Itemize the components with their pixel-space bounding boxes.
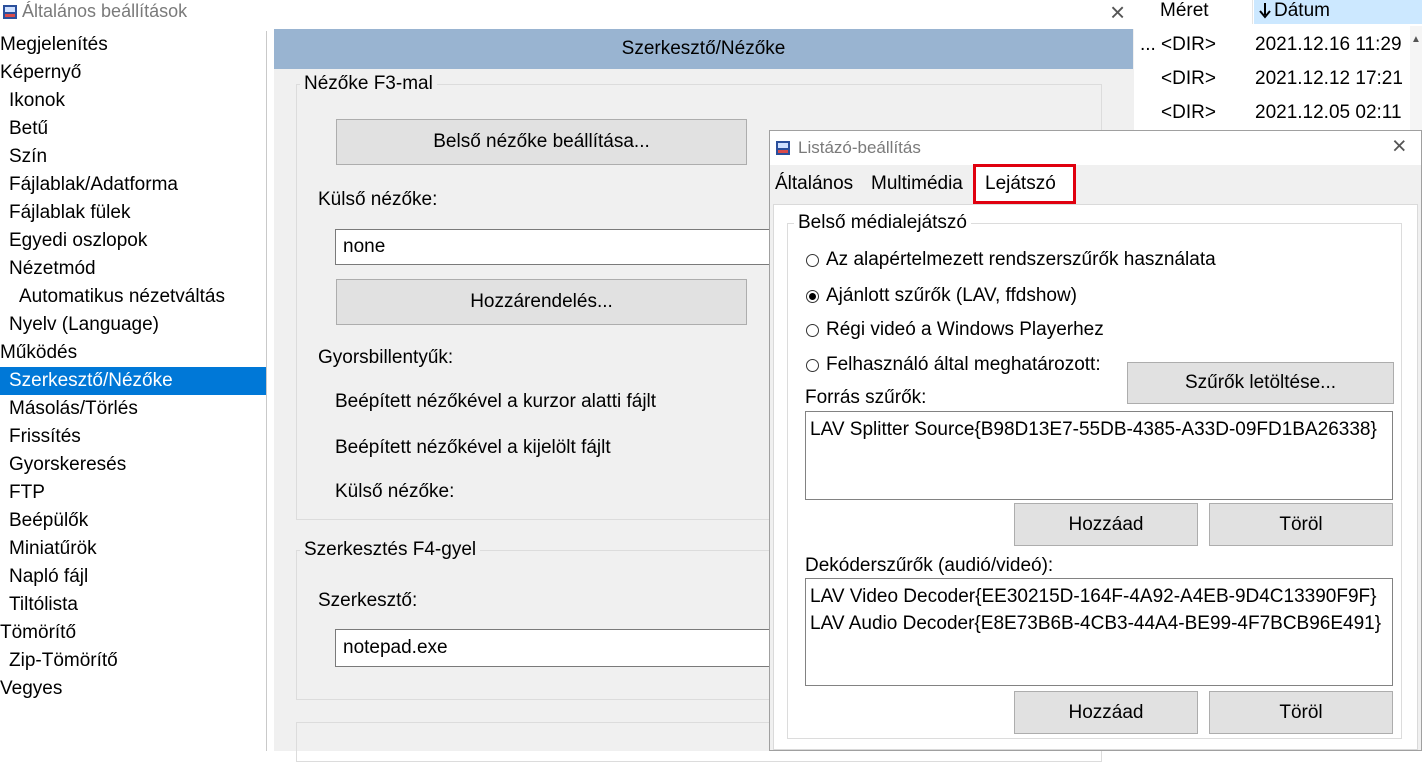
scroll-up-icon[interactable]: ▲ — [1411, 34, 1421, 45]
hotkey-external-viewer: Külső nézőke: — [335, 481, 455, 502]
hotkeys-label: Gyorsbillentyűk: — [318, 347, 454, 368]
decoder-remove-button[interactable]: Töröl — [1209, 691, 1393, 734]
sidebar-item-napló-fájl[interactable]: Napló fájl — [0, 563, 266, 591]
tab-general[interactable]: Általános — [775, 169, 853, 199]
sidebar-item-miniatűrök[interactable]: Miniatűrök — [0, 535, 266, 563]
external-viewer-input[interactable]: none — [335, 229, 795, 265]
radio-default-filters[interactable]: Az alapértelmezett rendszerszűrők haszná… — [806, 249, 1216, 271]
row-3-size: <DIR> — [1161, 102, 1216, 123]
settings-tree: Megjelenítés Képernyő Ikonok Betű Szín Fájlab… — [0, 31, 267, 751]
row-2-size: <DIR> — [1161, 68, 1216, 89]
dialog-title: Listázó-beállítás — [798, 138, 921, 157]
sidebar-item-fájlablak-fülek[interactable]: Fájlablak fülek — [0, 199, 266, 227]
internal-viewer-button[interactable]: Belső nézőke beállítása... — [336, 119, 747, 165]
truncated-name: ... — [1140, 34, 1156, 55]
row-2-date: 2021.12.12 17:21 — [1255, 68, 1403, 89]
sidebar-item-fájlablak-adatforma[interactable]: Fájlablak/Adatforma — [0, 171, 266, 199]
radio-user-defined[interactable]: Felhasználó által meghatározott: — [806, 354, 1101, 376]
lister-settings-dialog: Listázó-beállítás × Általános Multimédia… — [769, 130, 1422, 751]
radio-recommended-filters[interactable]: Ajánlott szűrők (LAV, ffdshow) — [806, 285, 1077, 307]
source-remove-button[interactable]: Töröl — [1209, 503, 1393, 546]
decoder-filters-label: Dekóderszűrők (audió/videó): — [805, 555, 1054, 576]
column-header-size[interactable]: Méret — [1140, 0, 1253, 24]
source-filters-list[interactable]: LAV Splitter Source{B98D13E7-55DB-4385-A… — [805, 411, 1393, 500]
sidebar-item-képernyő[interactable]: Képernyő — [0, 59, 266, 87]
source-filters-label: Forrás szűrők: — [805, 387, 927, 408]
sidebar-item-frissítés[interactable]: Frissítés — [0, 423, 266, 451]
sidebar-item-működés[interactable]: Működés — [0, 339, 266, 367]
sidebar-item-zip-tömörítő[interactable]: Zip-Tömörítő — [0, 647, 266, 675]
sidebar-item-tiltólista[interactable]: Tiltólista — [0, 591, 266, 619]
sidebar-item-vegyes[interactable]: Vegyes — [0, 675, 266, 703]
download-filters-button[interactable]: Szűrők letöltése... — [1127, 362, 1394, 404]
editor-group-title: Szerkesztés F4-gyel — [300, 539, 481, 561]
external-viewer-label: Külső nézőke: — [318, 189, 438, 210]
sidebar-item-egyedi-oszlopok[interactable]: Egyedi oszlopok — [0, 227, 266, 255]
sidebar-item-másolás-törlés[interactable]: Másolás/Törlés — [0, 395, 266, 423]
row-1-date: 2021.12.16 11:29 — [1255, 34, 1402, 55]
decoder-add-button[interactable]: Hozzáad — [1014, 691, 1198, 734]
list-item[interactable]: LAV Video Decoder{EE30215D-164F-4A92-A4E… — [810, 583, 1388, 610]
app-icon — [2, 4, 18, 20]
column-header-date[interactable]: Dátum — [1254, 0, 1422, 24]
editor-input[interactable]: notepad.exe — [335, 629, 795, 667]
file-list-window: Méret Dátum ... <DIR> 2021.12.16 11:29 <… — [1140, 0, 1422, 130]
radio-circle-checked — [806, 289, 819, 303]
radio-old-video[interactable]: Régi videó a Windows Playerhez — [806, 319, 1104, 341]
dialog-app-icon — [775, 140, 791, 156]
radio-circle — [806, 253, 819, 267]
sidebar-item-szerkesztő-nézőke[interactable]: Szerkesztő/Nézőke — [0, 367, 266, 395]
assign-button[interactable]: Hozzárendelés... — [336, 279, 747, 325]
viewer-group-title: Nézőke F3-mal — [300, 73, 437, 95]
sidebar-item-tömörítő[interactable]: Tömörítő — [0, 619, 266, 647]
dialog-title-bar: Listázó-beállítás × — [770, 131, 1421, 165]
hotkey-cursor-file: Beépített nézőkével a kurzor alatti fájl… — [335, 391, 657, 412]
radio-circle — [806, 358, 819, 372]
radio-circle — [806, 323, 819, 337]
main-title-bar: Általános beállítások × — [0, 0, 1140, 28]
row-1-size: <DIR> — [1161, 34, 1216, 55]
list-item[interactable]: LAV Splitter Source{B98D13E7-55DB-4385-A… — [810, 416, 1388, 443]
media-player-group-title: Belső médialejátszó — [794, 212, 971, 234]
tab-multimedia[interactable]: Multimédia — [871, 169, 963, 199]
sidebar-item-megjelenítés[interactable]: Megjelenítés — [0, 31, 266, 59]
row-3-date: 2021.12.05 02:11 — [1255, 102, 1402, 123]
sidebar-item-beépülők[interactable]: Beépülők — [0, 507, 266, 535]
sidebar-item-ikonok[interactable]: Ikonok — [0, 87, 266, 115]
list-item[interactable]: LAV Audio Decoder{E8E73B6B-4CB3-44A4-BE9… — [810, 610, 1388, 637]
hotkey-selected-file: Beépített nézőkével a kijelölt fájlt — [335, 437, 611, 458]
sidebar-item-gyorskeresés[interactable]: Gyorskeresés — [0, 451, 266, 479]
editor-label: Szerkesztő: — [318, 590, 418, 611]
source-add-button[interactable]: Hozzáad — [1014, 503, 1198, 546]
dialog-close-icon[interactable]: × — [1392, 132, 1407, 161]
section-header: Szerkesztő/Nézőke — [274, 29, 1133, 69]
sidebar-item-automatikus-nézetváltás[interactable]: Automatikus nézetváltás — [0, 283, 266, 311]
tab-player[interactable]: Lejátszó — [973, 164, 1076, 204]
sidebar-item-szín[interactable]: Szín — [0, 143, 266, 171]
decoder-filters-list[interactable]: LAV Video Decoder{EE30215D-164F-4A92-A4E… — [805, 578, 1393, 686]
sidebar-item-nézetmód[interactable]: Nézetmód — [0, 255, 266, 283]
sidebar-item-ftp[interactable]: FTP — [0, 479, 266, 507]
sort-down-icon — [1259, 3, 1271, 25]
scrollbar[interactable]: ▲ — [1410, 26, 1422, 130]
close-icon[interactable]: × — [1110, 0, 1125, 28]
sidebar-item-betű[interactable]: Betű — [0, 115, 266, 143]
sidebar-item-nyelv-language[interactable]: Nyelv (Language) — [0, 311, 266, 339]
main-window-title: Általános beállítások — [22, 1, 188, 21]
